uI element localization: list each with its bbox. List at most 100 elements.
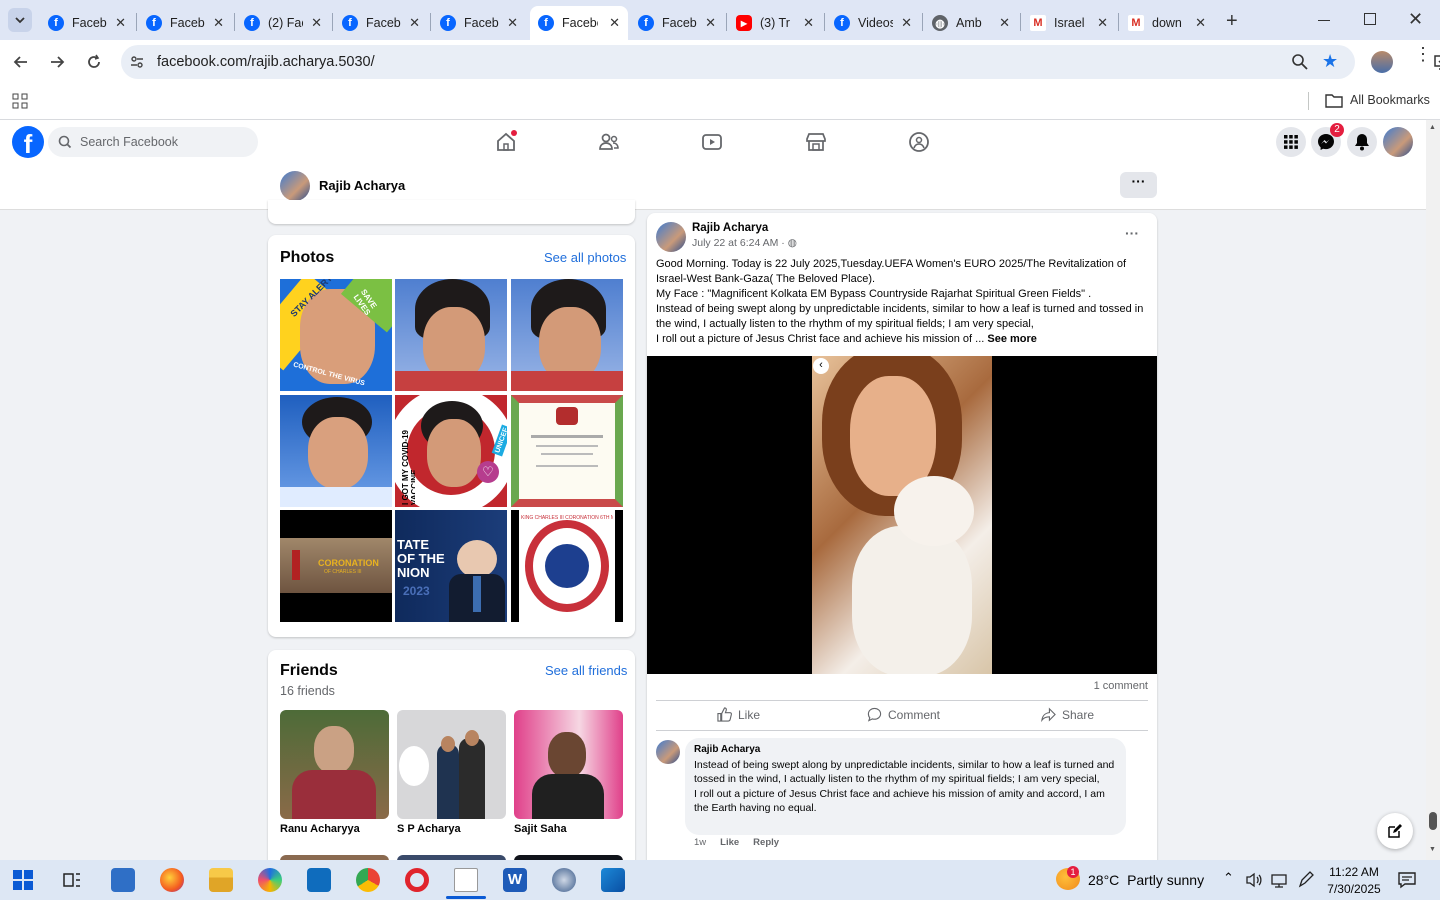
site-info-icon[interactable] — [129, 54, 145, 70]
bookmark-star-icon[interactable]: ★ — [1322, 51, 1338, 72]
comment-reply-link[interactable]: Reply — [753, 837, 779, 848]
friend-photo[interactable] — [514, 710, 623, 819]
photo-thumbnail[interactable] — [395, 279, 507, 391]
page-scrollbar[interactable]: ▲ ▼ — [1426, 120, 1440, 860]
tab-search-button[interactable] — [8, 8, 32, 32]
microsoft-store-icon[interactable] — [307, 868, 331, 892]
browser-tab[interactable]: f Facebook ✕ — [334, 6, 428, 40]
see-all-photos-link[interactable]: See all photos — [544, 250, 626, 265]
photos-app-icon[interactable] — [601, 868, 625, 892]
close-tab-icon[interactable]: ✕ — [1195, 15, 1206, 31]
all-bookmarks-link[interactable]: All Bookmarks — [1350, 93, 1430, 107]
chrome-icon[interactable] — [356, 868, 380, 892]
zoom-icon[interactable] — [1291, 53, 1309, 71]
photo-thumbnail[interactable]: CORONATION OF CHARLES III — [280, 510, 392, 622]
close-tab-icon[interactable]: ✕ — [507, 15, 518, 31]
video-icon[interactable] — [700, 130, 724, 154]
share-button[interactable]: Share — [1041, 707, 1094, 722]
comment-time[interactable]: 1w — [694, 837, 706, 848]
photo-thumbnail[interactable]: STAY ALERT SAVE LIVES CONTROL THE VIRUS — [280, 279, 392, 391]
new-tab-button[interactable]: + — [1226, 10, 1238, 33]
close-tab-icon[interactable]: ✕ — [409, 15, 420, 31]
word-icon[interactable]: W — [503, 868, 527, 892]
windows-start-icon[interactable] — [13, 870, 33, 890]
friend-name[interactable]: S P Acharya — [397, 823, 461, 835]
marketplace-icon[interactable] — [804, 130, 828, 154]
pen-icon[interactable] — [1297, 871, 1315, 889]
commenter-avatar[interactable] — [656, 740, 680, 764]
minimize-button[interactable] — [1318, 10, 1332, 30]
profile-more-button[interactable]: ··· — [1120, 172, 1157, 198]
close-tab-icon[interactable]: ✕ — [609, 15, 620, 31]
browser-tab[interactable]: f Facebook ✕ — [432, 6, 526, 40]
scroll-up-icon[interactable]: ▲ — [1429, 124, 1436, 131]
speaker-icon[interactable] — [1245, 871, 1263, 889]
install-app-icon[interactable] — [1433, 53, 1440, 71]
browser-tab[interactable]: f Facebook ✕ — [630, 6, 724, 40]
chevron-up-icon[interactable]: ⌃ — [1223, 870, 1234, 886]
account-avatar[interactable] — [1383, 127, 1413, 157]
browser-tab[interactable]: Mdown ✕ — [1120, 6, 1214, 40]
url-text[interactable]: facebook.com/rajib.acharya.5030/ — [157, 54, 375, 70]
app-icon[interactable] — [552, 868, 576, 892]
profile-name[interactable]: Rajib Acharya — [319, 178, 405, 193]
close-tab-icon[interactable]: ✕ — [999, 15, 1010, 31]
firefox-icon[interactable] — [160, 868, 184, 892]
photo-thumbnail[interactable] — [511, 279, 623, 391]
notification-center-icon[interactable] — [1397, 870, 1417, 890]
post-timestamp[interactable]: July 22 at 6:24 AM · ◍ — [692, 237, 797, 249]
file-explorer-icon[interactable] — [209, 868, 233, 892]
close-tab-icon[interactable]: ✕ — [901, 15, 912, 31]
see-all-friends-link[interactable]: See all friends — [545, 663, 627, 678]
notepad-icon[interactable] — [454, 868, 478, 892]
browser-tab[interactable]: ▶ (3) Tr ✕ — [728, 6, 822, 40]
comment-like-link[interactable]: Like — [720, 837, 739, 848]
network-icon[interactable] — [1270, 871, 1288, 889]
post-author-avatar[interactable] — [656, 222, 686, 252]
browser-tab[interactable]: M Israel ✕ — [1022, 6, 1116, 40]
friend-name[interactable]: Sajit Saha — [514, 823, 567, 835]
menu-button[interactable] — [1276, 127, 1306, 157]
groups-icon[interactable] — [907, 130, 931, 154]
close-tab-icon[interactable]: ✕ — [213, 15, 224, 31]
close-tab-icon[interactable]: ✕ — [311, 15, 322, 31]
browser-tab[interactable]: f Facebook ✕ — [40, 6, 134, 40]
post-author-name[interactable]: Rajib Acharya — [692, 222, 768, 234]
profile-avatar[interactable] — [280, 171, 310, 201]
browser-tab[interactable]: ◍ Amb ✕ — [924, 6, 1018, 40]
photo-thumbnail[interactable]: TATE OF THE NION 2023 — [395, 510, 507, 622]
forward-icon[interactable] — [48, 53, 66, 71]
back-icon[interactable] — [12, 53, 30, 71]
opera-icon[interactable] — [405, 868, 429, 892]
browser-tab[interactable]: f Videos ✕ — [826, 6, 920, 40]
browser-tab[interactable]: f Facebook ✕ — [530, 6, 628, 40]
post-time-text[interactable]: July 22 at 6:24 AM · — [692, 237, 788, 249]
task-view-icon[interactable] — [62, 870, 82, 890]
friends-icon[interactable] — [597, 130, 621, 154]
maximize-button[interactable] — [1364, 13, 1376, 25]
photo-thumbnail[interactable] — [511, 395, 623, 507]
browser-tab[interactable]: f (2) Facebook ✕ — [236, 6, 330, 40]
reload-icon[interactable] — [85, 53, 103, 71]
omnibox[interactable]: facebook.com/rajib.acharya.5030/ — [121, 45, 1440, 79]
close-window-button[interactable]: ✕ — [1408, 9, 1423, 30]
close-tab-icon[interactable]: ✕ — [115, 15, 126, 31]
chrome-profile-avatar[interactable] — [1371, 51, 1393, 73]
like-button[interactable]: Like — [717, 707, 760, 722]
facebook-search[interactable]: Search Facebook — [48, 127, 258, 157]
taskbar-clock[interactable]: 11:22 AM 7/30/2025 — [1322, 864, 1386, 898]
friend-photo[interactable] — [280, 710, 389, 819]
photo-thumbnail[interactable]: I GOT MY COVID-19 VACCINE UNICEF ♡ — [395, 395, 507, 507]
scrollbar-thumb[interactable] — [1429, 812, 1437, 830]
comment-count[interactable]: 1 comment — [1094, 680, 1148, 692]
comment-button[interactable]: Comment — [867, 707, 940, 722]
photo-thumbnail[interactable]: KING CHARLES III CORONATION 6TH MAY 2023 — [511, 510, 623, 622]
new-message-button[interactable] — [1377, 813, 1413, 849]
browser-tab[interactable]: f Facebook ✕ — [138, 6, 232, 40]
post-options-icon[interactable]: ··· — [1125, 225, 1139, 241]
close-tab-icon[interactable]: ✕ — [1097, 15, 1108, 31]
see-more-link[interactable]: See more — [987, 333, 1037, 345]
notifications-button[interactable] — [1347, 127, 1377, 157]
scroll-down-icon[interactable]: ▼ — [1429, 846, 1436, 853]
friend-name[interactable]: Ranu Acharyya — [280, 823, 360, 835]
